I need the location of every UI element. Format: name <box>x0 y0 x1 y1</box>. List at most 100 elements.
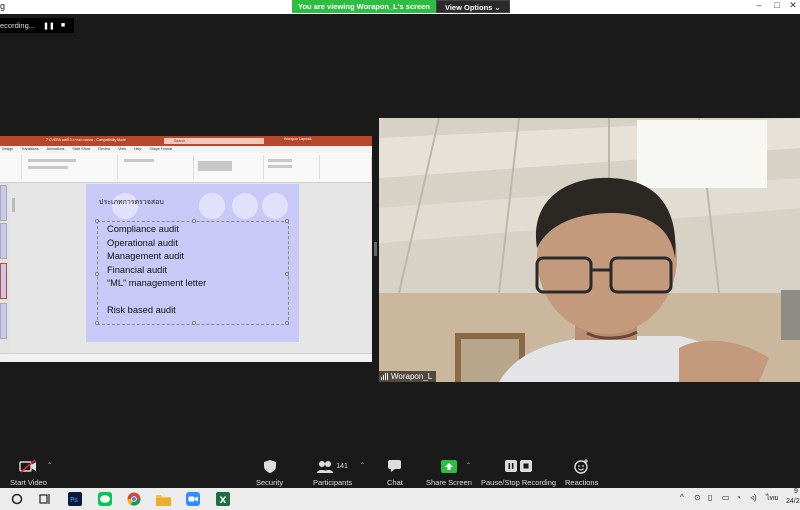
shape-outline-row <box>268 165 292 168</box>
bullet-item: Compliance audit <box>107 224 179 234</box>
task-view-icon[interactable] <box>37 491 53 507</box>
ppt-tab: Animations <box>46 147 65 151</box>
chat-label: Chat <box>387 478 403 487</box>
window-title: g <box>0 1 6 11</box>
decor-circle <box>199 193 225 219</box>
window-title-bar: g You are viewing Worapon_L's screen Vie… <box>0 0 800 14</box>
language-indicator[interactable]: ไทย <box>766 493 778 504</box>
share-caret-icon[interactable]: ⌃ <box>466 462 471 469</box>
shapes-gallery <box>198 161 232 171</box>
resize-handle <box>285 219 289 223</box>
share-screen-label: Share Screen <box>426 478 472 487</box>
participant-video <box>379 118 800 382</box>
minimize-icon[interactable]: – <box>752 0 766 10</box>
font-format-row <box>28 166 68 169</box>
resize-handle <box>192 321 196 325</box>
ppt-tab: Review <box>98 147 111 151</box>
slide-title: ประเภทการตรวจสอบ <box>99 198 164 206</box>
ppt-tab: Shape Format <box>149 147 173 151</box>
start-video-button[interactable]: Start Video <box>10 458 47 487</box>
shape-fill-row <box>268 159 292 162</box>
pause-recording-icon[interactable]: ❚❚ <box>42 22 56 30</box>
resize-handle <box>285 321 289 325</box>
meeting-toolbar: Start Video ⌃ Security 141 Participants … <box>0 455 800 488</box>
ppt-file-name: 7 CVERA บทที่ 3 การตรวจสอบ - Compatibili… <box>46 138 126 142</box>
slide-thumbnails-pane <box>0 183 10 353</box>
bullet-item: Financial audit <box>107 264 167 275</box>
participants-label: Participants <box>313 478 353 487</box>
clock-time[interactable]: 9 <box>794 488 798 495</box>
slide-thumbnail <box>0 185 7 221</box>
slide-bullet-list: Compliance audit Operational audit Manag… <box>107 223 206 318</box>
recording-label: ecording... <box>0 21 36 30</box>
share-screen-button[interactable]: Share Screen <box>426 458 472 487</box>
tray-phone-icon[interactable]: ▯ <box>708 493 712 502</box>
ribbon-group-editing <box>320 155 372 179</box>
share-screen-icon <box>440 458 457 474</box>
file-explorer-icon[interactable] <box>155 491 171 507</box>
ppt-ribbon <box>0 153 372 183</box>
bullet-item: Management audit <box>107 251 185 261</box>
reactions-icon <box>574 458 589 474</box>
video-off-icon <box>19 458 37 474</box>
reactions-button[interactable]: Reactions <box>565 458 598 487</box>
participants-count: 141 <box>336 462 348 470</box>
ppt-tab: Transitions <box>21 147 39 151</box>
excel-icon[interactable]: X <box>215 491 231 507</box>
wall-fixture <box>781 290 800 340</box>
video-options-caret-icon[interactable]: ⌃ <box>47 462 52 469</box>
view-splitter-handle[interactable] <box>374 242 377 256</box>
font-name-box <box>28 159 76 162</box>
ppt-tab: Slide Show <box>72 147 91 151</box>
resize-handle <box>95 321 99 325</box>
participant-name-tag: Worapon_L <box>379 371 437 382</box>
pause-stop-recording-label: Pause/Stop Recording <box>481 478 557 487</box>
pause-stop-recording-button[interactable]: Pause/Stop Recording <box>481 458 556 487</box>
photoshop-icon[interactable]: Ps <box>67 491 83 507</box>
clock-date[interactable]: 24/2 <box>786 498 800 505</box>
start-icon[interactable] <box>9 491 25 507</box>
line-icon[interactable] <box>97 491 113 507</box>
chat-button[interactable]: Chat <box>387 458 403 487</box>
ceiling-light <box>637 120 767 188</box>
recording-indicator: ecording... ❚❚ ■ <box>0 18 74 33</box>
tray-chevron-icon[interactable]: ^ <box>680 493 684 502</box>
slide-thumbnail <box>0 303 7 339</box>
chat-icon <box>387 458 402 474</box>
participants-button[interactable]: 141 Participants <box>313 458 352 487</box>
volume-icon[interactable]: ◃) <box>750 493 757 502</box>
wifi-icon[interactable]: ◔ <box>736 493 741 502</box>
video-frame <box>379 118 800 382</box>
participant-name: Worapon_L <box>391 372 433 381</box>
viewing-screen-banner: You are viewing Worapon_L's screen View … <box>292 0 510 13</box>
decor-circle <box>262 193 288 219</box>
viewing-message: You are viewing Worapon_L's screen <box>292 0 436 13</box>
security-button[interactable]: Security <box>256 458 283 487</box>
zoom-icon[interactable] <box>185 491 201 507</box>
svg-text:X: X <box>220 496 227 506</box>
ppt-tab: View <box>118 147 126 151</box>
security-label: Security <box>256 478 284 487</box>
battery-icon[interactable]: ▭ <box>722 493 730 502</box>
maximize-icon[interactable]: □ <box>770 0 784 10</box>
signal-strength-icon <box>381 373 388 380</box>
resize-handle <box>95 272 99 276</box>
view-options-button[interactable]: View Options ⌄ <box>435 0 510 13</box>
tray-app-icon[interactable]: ⊙ <box>694 493 701 502</box>
close-icon[interactable]: ✕ <box>786 0 800 11</box>
stop-recording-icon[interactable]: ■ <box>56 22 70 29</box>
resize-handle <box>285 272 289 276</box>
bullet-spacer <box>107 291 206 305</box>
slide-thumbnail-selected <box>0 263 7 299</box>
bullet-item: Operational audit <box>107 237 178 248</box>
ppt-title-bar: 7 CVERA บทที่ 3 การตรวจสอบ - Compatibili… <box>0 136 372 146</box>
decor-circle <box>232 193 258 219</box>
stop-icon <box>520 460 533 472</box>
participants-icon: 141 <box>317 458 348 474</box>
ppt-user-name: Worapon Lapmak <box>284 137 312 141</box>
bullet-item: Risk based audit <box>107 305 176 315</box>
participants-caret-icon[interactable]: ⌃ <box>360 462 365 469</box>
slide-scrollbar <box>12 198 15 212</box>
chrome-icon[interactable] <box>126 491 142 507</box>
reactions-label: Reactions <box>565 478 599 487</box>
